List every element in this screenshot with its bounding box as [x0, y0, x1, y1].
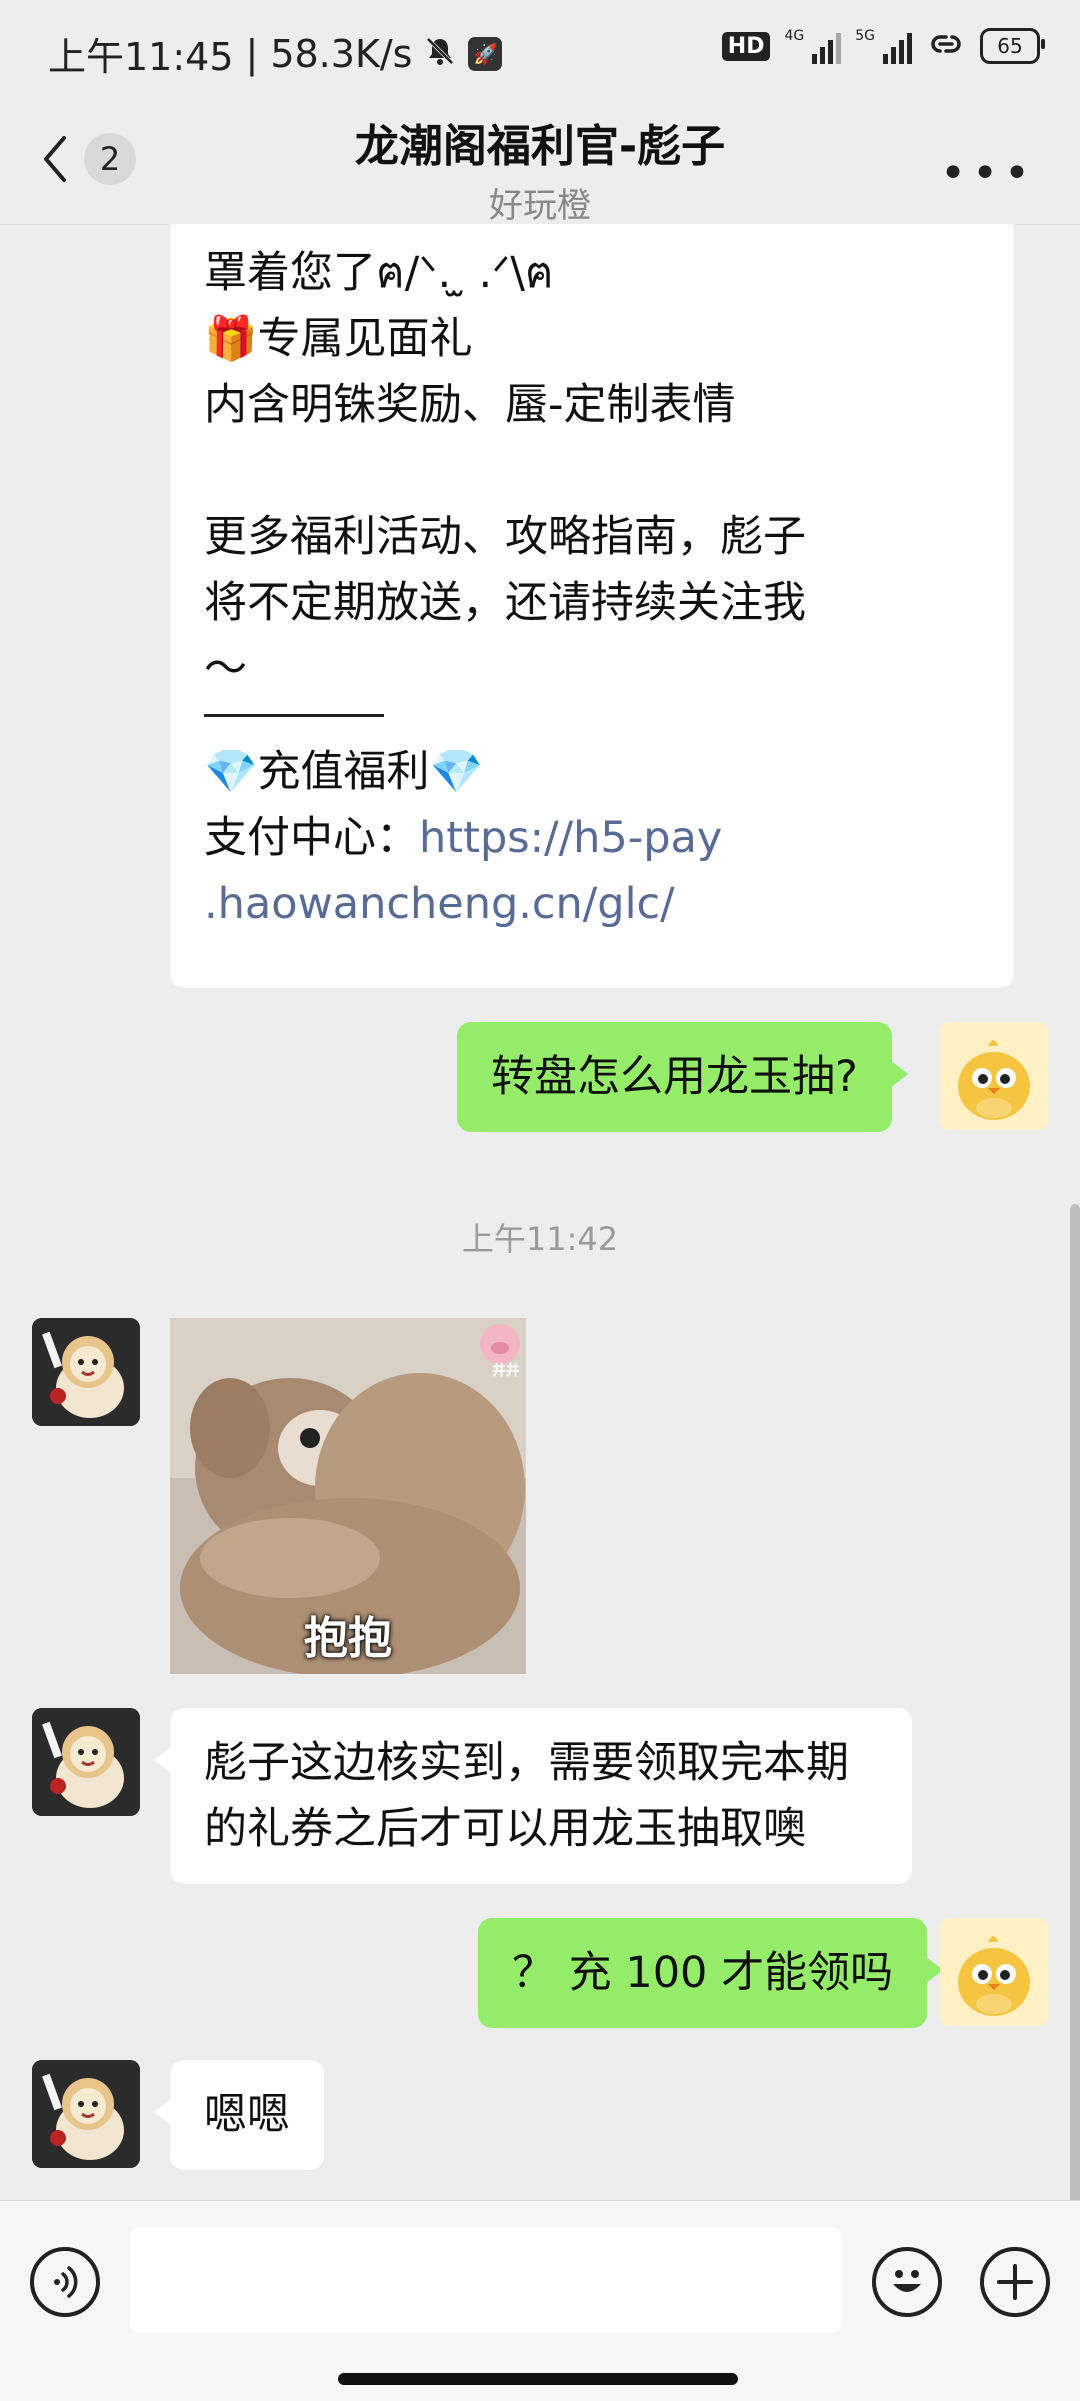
- message-line: 更多福利活动、攻略指南，彪子: [204, 512, 806, 562]
- mute-bell-icon: [424, 32, 456, 76]
- message-text: ？ 充 100 才能领吗: [512, 1947, 894, 1998]
- outgoing-message-bubble[interactable]: 转盘怎么用龙玉抽?: [457, 1022, 908, 1132]
- chick-avatar-icon: [940, 1918, 1048, 2026]
- message-text: 转盘怎么用龙玉抽?: [491, 1051, 858, 1102]
- message-line: 🎁专属见面礼: [204, 314, 473, 364]
- message-line: 彪子这边核实到，需要领取完本期: [204, 1738, 849, 1788]
- status-separator: |: [245, 31, 259, 76]
- chat-title: 龙潮阁福利官-彪子: [354, 121, 726, 172]
- battery-level: 65: [997, 34, 1023, 58]
- smiley-face-icon: [893, 2270, 921, 2292]
- voice-wave-icon: [54, 2266, 78, 2298]
- contact-avatar[interactable]: [32, 2060, 140, 2168]
- home-indicator[interactable]: [338, 2373, 738, 2385]
- status-right: HD 4G 5G 65: [721, 28, 1045, 64]
- sticker-caption: 抱抱: [304, 1613, 392, 1664]
- chat-title-block: 龙潮阁福利官-彪子 好玩橙: [0, 110, 1080, 227]
- message-line: 罩着您了ฅ/ᐠ. ̫ .ᐟ\ฅ: [204, 248, 554, 298]
- chat-header: 2 龙潮阁福利官-彪子 好玩橙 •••: [0, 100, 1080, 227]
- lion-avatar-icon: [32, 1318, 140, 1426]
- my-avatar[interactable]: [940, 1022, 1048, 1130]
- signal-icon-1: [812, 28, 842, 64]
- payment-link[interactable]: https://h5-pay: [419, 813, 722, 863]
- incoming-message-bubble[interactable]: 彪子这边核实到，需要领取完本期 的礼券之后才可以用龙玉抽取噢: [154, 1708, 912, 1884]
- message-line: 的礼券之后才可以用龙玉抽取噢: [204, 1804, 806, 1854]
- plus-icon: [997, 2264, 1033, 2300]
- emoji-button[interactable]: [872, 2247, 942, 2317]
- lion-avatar-icon: [32, 2060, 140, 2168]
- message-text: 嗯嗯: [204, 2090, 290, 2140]
- incoming-message-bubble[interactable]: 嗯嗯: [154, 2060, 324, 2170]
- network-type-1: 4G: [784, 28, 805, 44]
- sticker-badge: 井井: [492, 1363, 520, 1379]
- hd-badge: HD: [721, 31, 771, 61]
- payment-link-continued[interactable]: .haowancheng.cn/glc/: [204, 871, 980, 937]
- signal-icon-2: [883, 28, 912, 64]
- rocket-app-icon: 🚀: [468, 36, 503, 71]
- chat-subtitle: 好玩橙: [489, 186, 591, 226]
- message-line: 支付中心：https://h5-pay: [204, 805, 980, 871]
- contact-avatar[interactable]: [32, 1708, 140, 1816]
- message-line: 内含明铢奖励、蜃-定制表情: [204, 380, 736, 430]
- more-options-icon[interactable]: •••: [940, 148, 1036, 199]
- lion-avatar-icon: [32, 1708, 140, 1816]
- message-input[interactable]: [130, 2227, 842, 2333]
- chat-input-bar: [0, 2200, 1080, 2401]
- message-line: ～: [204, 644, 247, 694]
- my-avatar[interactable]: [940, 1918, 1048, 2026]
- status-bar: 上午11:45 | 58.3K/s 🚀 HD 4G 5G 65: [0, 0, 1080, 100]
- chick-avatar-icon: [940, 1022, 1048, 1130]
- incoming-message-bubble[interactable]: 罩着您了ฅ/ᐠ. ̫ .ᐟ\ฅ 🎁专属见面礼 内含明铢奖励、蜃-定制表情 更多福…: [170, 224, 1014, 988]
- voice-input-button[interactable]: [30, 2247, 100, 2317]
- outgoing-message-bubble[interactable]: ？ 充 100 才能领吗: [478, 1918, 944, 2028]
- message-list[interactable]: 罩着您了ฅ/ᐠ. ̫ .ᐟ\ฅ 🎁专属见面礼 内含明铢奖励、蜃-定制表情 更多福…: [0, 224, 1080, 2200]
- message-line: 💎充值福利💎: [204, 747, 484, 797]
- payment-label: 支付中心：: [204, 813, 419, 863]
- divider-line: [204, 714, 384, 717]
- status-left: 上午11:45 | 58.3K/s 🚀: [48, 26, 503, 81]
- link-icon: [926, 29, 966, 64]
- battery-icon: 65: [980, 28, 1045, 64]
- contact-avatar[interactable]: [32, 1318, 140, 1426]
- status-time: 上午11:45: [48, 35, 234, 79]
- message-timestamp: 上午11:42: [461, 1220, 619, 1258]
- message-line: 将不定期放送，还请持续关注我: [204, 578, 806, 628]
- network-type-2: 5G: [855, 28, 875, 44]
- scrollbar[interactable]: [1070, 1204, 1080, 2200]
- sticker-message[interactable]: 井井 抱抱: [170, 1318, 526, 1674]
- more-functions-button[interactable]: [980, 2247, 1050, 2317]
- status-network-speed: 58.3K/s: [270, 31, 413, 76]
